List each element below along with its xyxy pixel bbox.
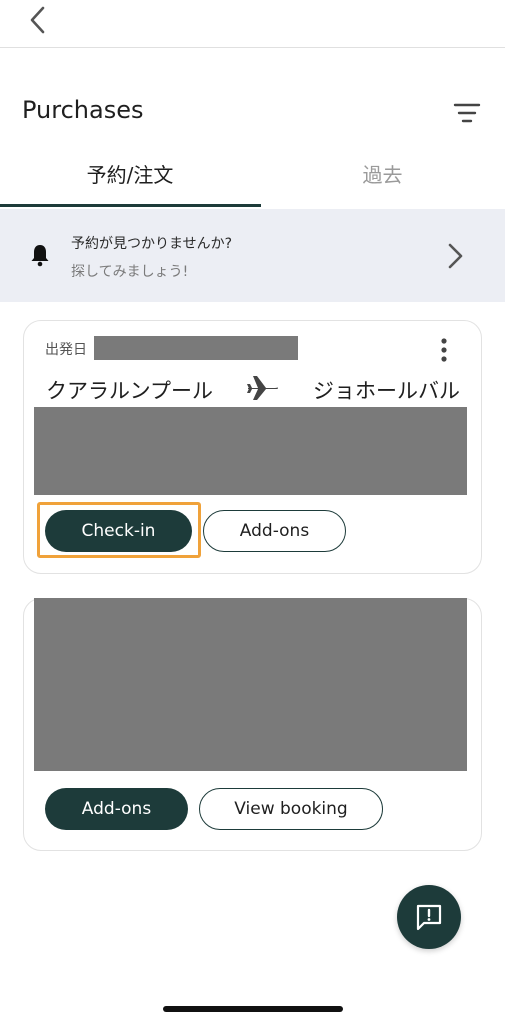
feedback-button[interactable] — [397, 885, 461, 949]
redacted-date — [94, 336, 298, 360]
add-ons-button[interactable]: Add-ons — [45, 788, 188, 830]
page-title: Purchases — [22, 96, 144, 124]
top-bar — [0, 0, 505, 48]
more-vert-icon — [441, 338, 447, 362]
departure-date-label: 出発日 — [45, 342, 87, 358]
airplane-icon — [247, 376, 278, 400]
add-ons-button[interactable]: Add-ons — [203, 510, 346, 552]
tab-past[interactable]: 過去 — [260, 140, 505, 206]
view-booking-button[interactable]: View booking — [199, 788, 383, 830]
chevron-right-icon — [448, 243, 463, 269]
origin-station: クアラルンプール — [46, 379, 213, 403]
tab-bar: 予約/注文 過去 — [0, 140, 505, 208]
home-indicator — [163, 1006, 343, 1012]
back-chevron-icon — [30, 6, 45, 34]
bell-icon — [31, 245, 49, 267]
booking-card: Add-ons View booking — [23, 598, 482, 851]
booking-card: 出発日 クアラルンプール ジョホールバル Check-in Add-ons — [23, 320, 482, 574]
filter-button[interactable] — [452, 100, 482, 126]
find-booking-banner[interactable]: 予約が見つかりませんか? 探してみましょう! — [0, 209, 505, 302]
check-in-button[interactable]: Check-in — [45, 510, 192, 552]
banner-title: 予約が見つかりませんか? — [71, 236, 233, 252]
banner-subtitle: 探してみましょう! — [71, 264, 189, 280]
back-button[interactable] — [22, 4, 54, 36]
redacted-details — [34, 407, 467, 495]
more-options-button[interactable] — [432, 335, 456, 365]
filter-icon — [453, 103, 481, 123]
destination-station: ジョホールバル — [313, 379, 460, 403]
feedback-icon — [416, 904, 442, 931]
tab-upcoming[interactable]: 予約/注文 — [0, 140, 260, 206]
active-tab-indicator — [0, 204, 261, 207]
redacted-booking-details — [34, 598, 467, 771]
